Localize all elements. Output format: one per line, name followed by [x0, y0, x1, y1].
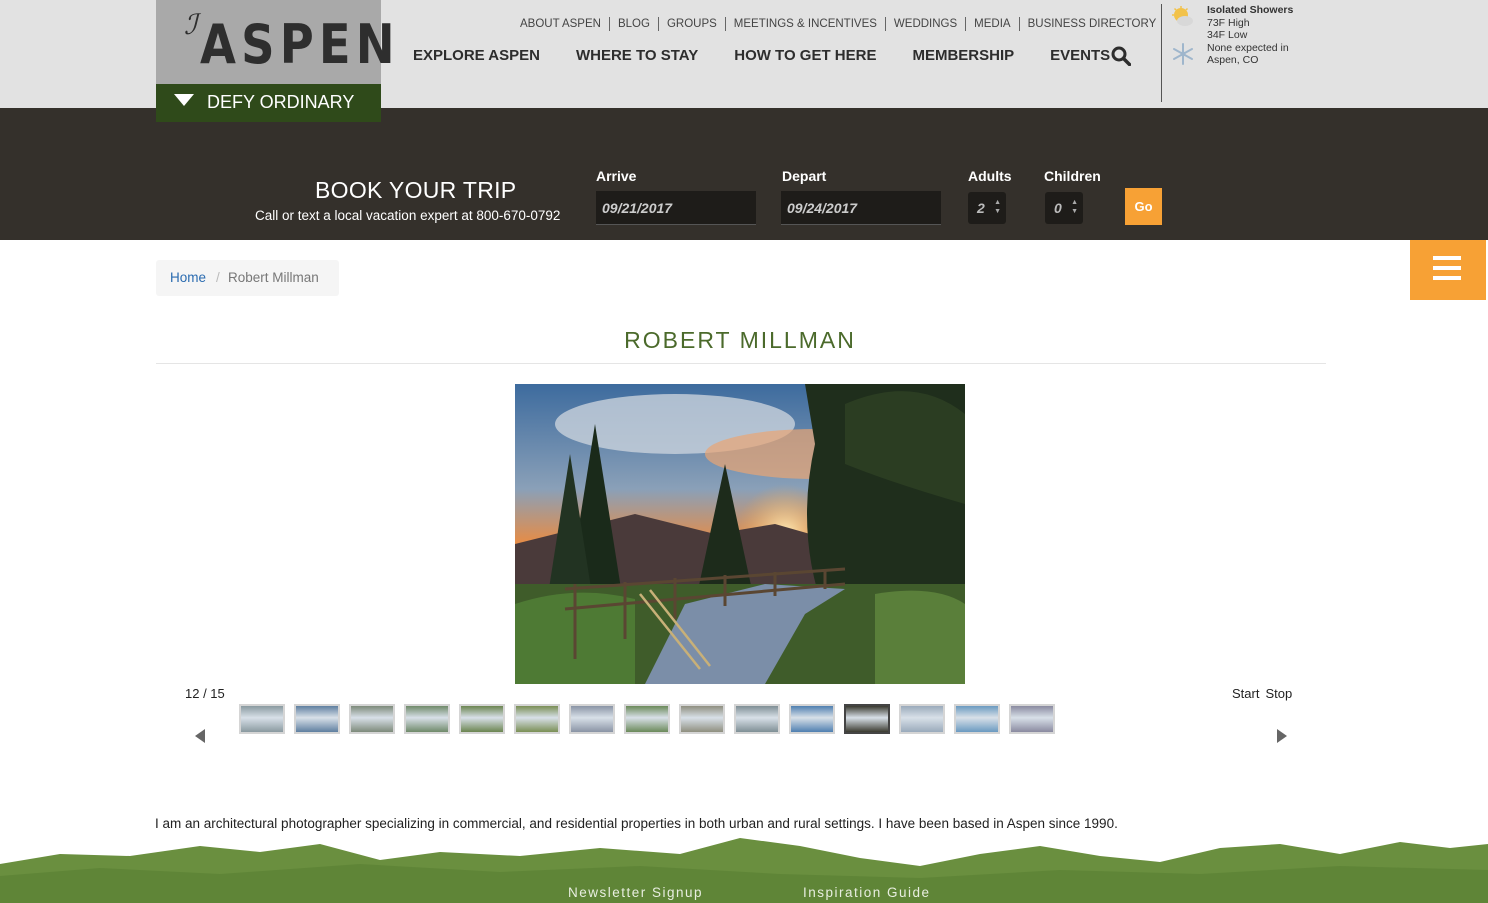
weather-text: Isolated Showers 73F High 34F Low None e… [1207, 4, 1327, 67]
nav-media[interactable]: MEDIA [966, 17, 1020, 31]
prev-slide-icon[interactable] [195, 729, 205, 743]
booking-bar: BOOK YOUR TRIP Call or text a local vaca… [0, 108, 1488, 240]
slide-thumbnail[interactable] [624, 704, 670, 734]
slide-thumbnail[interactable] [239, 704, 285, 734]
nav-blog[interactable]: BLOG [610, 17, 659, 31]
partly-cloudy-icon [1172, 6, 1193, 26]
search-icon[interactable] [1111, 46, 1131, 66]
adults-stepper[interactable]: 2 ▲ ▼ [968, 192, 1006, 224]
nav-where-to-stay[interactable]: WHERE TO STAY [576, 47, 698, 64]
nav-meetings-incentives[interactable]: MEETINGS & INCENTIVES [726, 17, 886, 31]
main-nav: EXPLORE ASPEN WHERE TO STAY HOW TO GET H… [413, 47, 1146, 64]
slide-thumbnail[interactable] [459, 704, 505, 734]
arrive-date-input[interactable]: 09/21/2017 [596, 191, 756, 225]
nav-events[interactable]: EVENTS [1050, 47, 1110, 64]
nav-groups[interactable]: GROUPS [659, 17, 726, 31]
snowflake-icon [1173, 43, 1193, 65]
nav-business-directory[interactable]: BUSINESS DIRECTORY [1020, 17, 1165, 31]
depart-label: Depart [782, 168, 827, 184]
utility-nav: ABOUT ASPEN BLOG GROUPS MEETINGS & INCEN… [514, 17, 1164, 31]
slide-thumbnail[interactable] [294, 704, 340, 734]
slide-thumbnail[interactable] [679, 704, 725, 734]
slide-thumbnail[interactable] [514, 704, 560, 734]
slide-thumbnail[interactable] [569, 704, 615, 734]
nav-weddings[interactable]: WEDDINGS [886, 17, 967, 31]
slide-thumbnail[interactable] [954, 704, 1000, 734]
inspiration-guide-link[interactable]: Inspiration Guide [803, 885, 931, 900]
go-button[interactable]: Go [1125, 188, 1162, 225]
logo-mark: ℐ [184, 8, 198, 41]
bio-text: I am an architectural photographer speci… [155, 816, 1118, 831]
logo[interactable]: ℐ ASPEN [156, 0, 395, 84]
sunset-bridge-photo [515, 384, 965, 684]
snow-forecast-line1: None expected in [1207, 41, 1289, 54]
nav-explore-aspen[interactable]: EXPLORE ASPEN [413, 47, 540, 64]
mountain-silhouette [0, 838, 1488, 903]
triangle-down-icon [174, 94, 194, 106]
slide-thumbnail[interactable] [734, 704, 780, 734]
breadcrumb: Home / Robert Millman [156, 260, 339, 296]
header-divider [1161, 4, 1162, 102]
nav-about-aspen[interactable]: ABOUT ASPEN [514, 17, 610, 31]
arrive-label: Arrive [596, 168, 637, 184]
start-button[interactable]: Start [1232, 686, 1259, 701]
slide-thumbnail[interactable] [1009, 704, 1055, 734]
page-title: ROBERT MILLMAN [624, 327, 856, 353]
slideshow-main-photo[interactable] [515, 384, 965, 684]
thumbnail-strip [239, 704, 1064, 734]
breadcrumb-home-link[interactable]: Home [170, 260, 206, 296]
children-value: 0 [1054, 200, 1062, 216]
adults-value: 2 [977, 200, 985, 216]
weather-low: 34F Low [1207, 29, 1248, 41]
nav-membership[interactable]: MEMBERSHIP [912, 47, 1014, 64]
nav-how-to-get-here[interactable]: HOW TO GET HERE [734, 47, 876, 64]
stop-button[interactable]: Stop [1265, 686, 1292, 701]
adults-label: Adults [968, 168, 1012, 184]
weather-condition: Isolated Showers [1207, 4, 1294, 16]
booking-title: BOOK YOUR TRIP [315, 177, 517, 203]
slide-thumbnail[interactable] [349, 704, 395, 734]
newsletter-signup-link[interactable]: Newsletter Signup [568, 885, 703, 900]
breadcrumb-separator: / [216, 270, 220, 285]
next-slide-icon[interactable] [1277, 729, 1287, 743]
stepper-arrows-icon: ▲ ▼ [1071, 199, 1078, 215]
hamburger-icon [1433, 276, 1461, 280]
title-divider [156, 363, 1326, 364]
slide-thumbnail[interactable] [899, 704, 945, 734]
slideshow-controls: Start Stop [1232, 686, 1298, 701]
hamburger-icon [1433, 256, 1461, 260]
menu-toggle-button[interactable] [1410, 240, 1486, 300]
slide-thumbnail[interactable] [404, 704, 450, 734]
children-stepper[interactable]: 0 ▲ ▼ [1045, 192, 1083, 224]
hamburger-icon [1433, 266, 1461, 270]
stepper-arrows-icon: ▲ ▼ [994, 199, 1001, 215]
slide-counter: 12 / 15 [185, 686, 225, 701]
children-label: Children [1044, 168, 1101, 184]
weather-high: 73F High [1207, 16, 1250, 29]
tagline: DEFY ORDINARY [207, 92, 355, 112]
slide-thumbnail[interactable] [789, 704, 835, 734]
depart-date-input[interactable]: 09/24/2017 [781, 191, 941, 225]
defy-ordinary-toggle[interactable]: DEFY ORDINARY [156, 84, 381, 122]
logo-text: ASPEN [200, 13, 400, 76]
snow-forecast-line2: Aspen, CO [1207, 54, 1259, 66]
booking-subtitle: Call or text a local vacation expert at … [255, 208, 561, 223]
breadcrumb-current: Robert Millman [228, 270, 319, 285]
slide-thumbnail[interactable] [844, 704, 890, 734]
